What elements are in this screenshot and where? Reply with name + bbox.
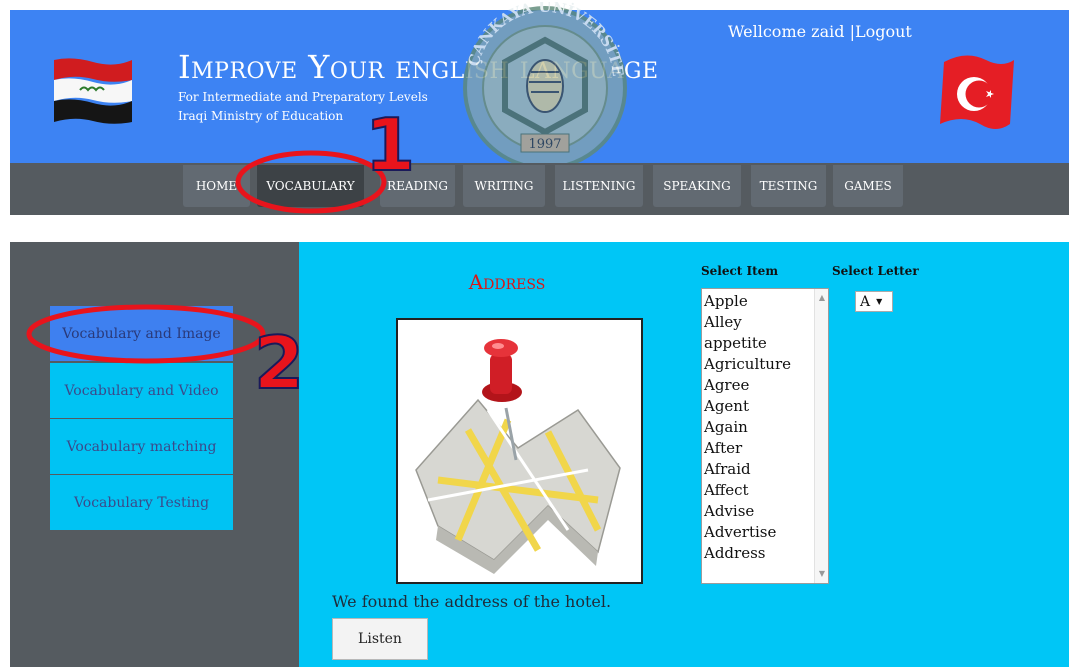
listbox-option[interactable]: appetite	[702, 333, 828, 354]
listbox-option[interactable]: Affect	[702, 480, 828, 501]
university-seal-logo: ÇANKAYA ÜNİVERSİTESİ 1997	[447, 2, 627, 168]
listbox-option[interactable]: Agent	[702, 396, 828, 417]
example-sentence: We found the address of the hotel.	[332, 592, 612, 611]
seal-year: 1997	[528, 137, 561, 152]
nav-item-home[interactable]: HOME	[183, 165, 250, 207]
iraq-flag-icon	[54, 58, 132, 124]
word-image	[396, 318, 643, 584]
sidebar-item-vocabulary-and-video[interactable]: Vocabulary and Video	[50, 363, 233, 418]
scroll-up-icon[interactable]: ▲	[815, 291, 828, 305]
listbox-scrollbar[interactable]: ▲ ▼	[814, 289, 828, 583]
listbox-option[interactable]: Agriculture	[702, 354, 828, 375]
content-area: Address We found the address of the hote…	[299, 242, 1069, 667]
nav-item-listening[interactable]: LISTENING	[555, 165, 643, 207]
listbox-option[interactable]: Alley	[702, 312, 828, 333]
welcome-text: Wellcome zaid |	[728, 22, 855, 41]
main-nav: HOME VOCABULARY READING WRITING LISTENIN…	[10, 163, 1069, 215]
listbox-option[interactable]: Apple	[702, 291, 828, 312]
sidebar-item-vocabulary-testing[interactable]: Vocabulary Testing	[50, 475, 233, 530]
logout-link[interactable]: Logout	[855, 22, 912, 41]
listen-button[interactable]: Listen	[332, 618, 428, 660]
site-subtitle: For Intermediate and Preparatory Levels	[178, 90, 428, 104]
map-pin-illustration	[415, 339, 621, 574]
chevron-down-icon: ▼	[876, 297, 883, 306]
sidebar-item-vocabulary-matching[interactable]: Vocabulary matching	[50, 419, 233, 474]
letter-select-value: A	[860, 293, 871, 310]
sidebar: Vocabulary and Image Vocabulary and Vide…	[10, 242, 299, 667]
separator-strip	[10, 215, 1069, 242]
site-ministry: Iraqi Ministry of Education	[178, 109, 344, 123]
scroll-down-icon[interactable]: ▼	[815, 567, 828, 581]
listbox-option[interactable]: Again	[702, 417, 828, 438]
sidebar-item-vocabulary-and-image[interactable]: Vocabulary and Image	[50, 306, 233, 361]
listbox-option[interactable]: Advise	[702, 501, 828, 522]
item-listbox[interactable]: Apple Alley appetite Agriculture Agree Agent A…	[701, 288, 829, 584]
nav-item-reading[interactable]: READING	[380, 165, 455, 207]
nav-item-games[interactable]: GAMES	[833, 165, 903, 207]
nav-item-speaking[interactable]: SPEAKING	[653, 165, 741, 207]
listbox-option[interactable]: Afraid	[702, 459, 828, 480]
select-item-label: Select Item	[701, 264, 779, 278]
listbox-option[interactable]: Advertise	[702, 522, 828, 543]
welcome-area: Wellcome zaid |Logout	[728, 22, 912, 41]
listbox-option[interactable]: After	[702, 438, 828, 459]
listbox-option[interactable]: Address	[702, 543, 828, 564]
word-title: Address	[468, 270, 546, 294]
select-letter-label: Select Letter	[832, 264, 919, 278]
listbox-option[interactable]: Agree	[702, 375, 828, 396]
letter-select[interactable]: A ▼	[855, 291, 893, 312]
site-header: Improve Your english language For Interm…	[10, 2, 1069, 168]
nav-item-testing[interactable]: TESTING	[751, 165, 826, 207]
nav-item-writing[interactable]: WRITING	[463, 165, 545, 207]
turkey-flag-icon	[940, 55, 1014, 129]
nav-item-vocabulary[interactable]: VOCABULARY	[257, 165, 364, 207]
